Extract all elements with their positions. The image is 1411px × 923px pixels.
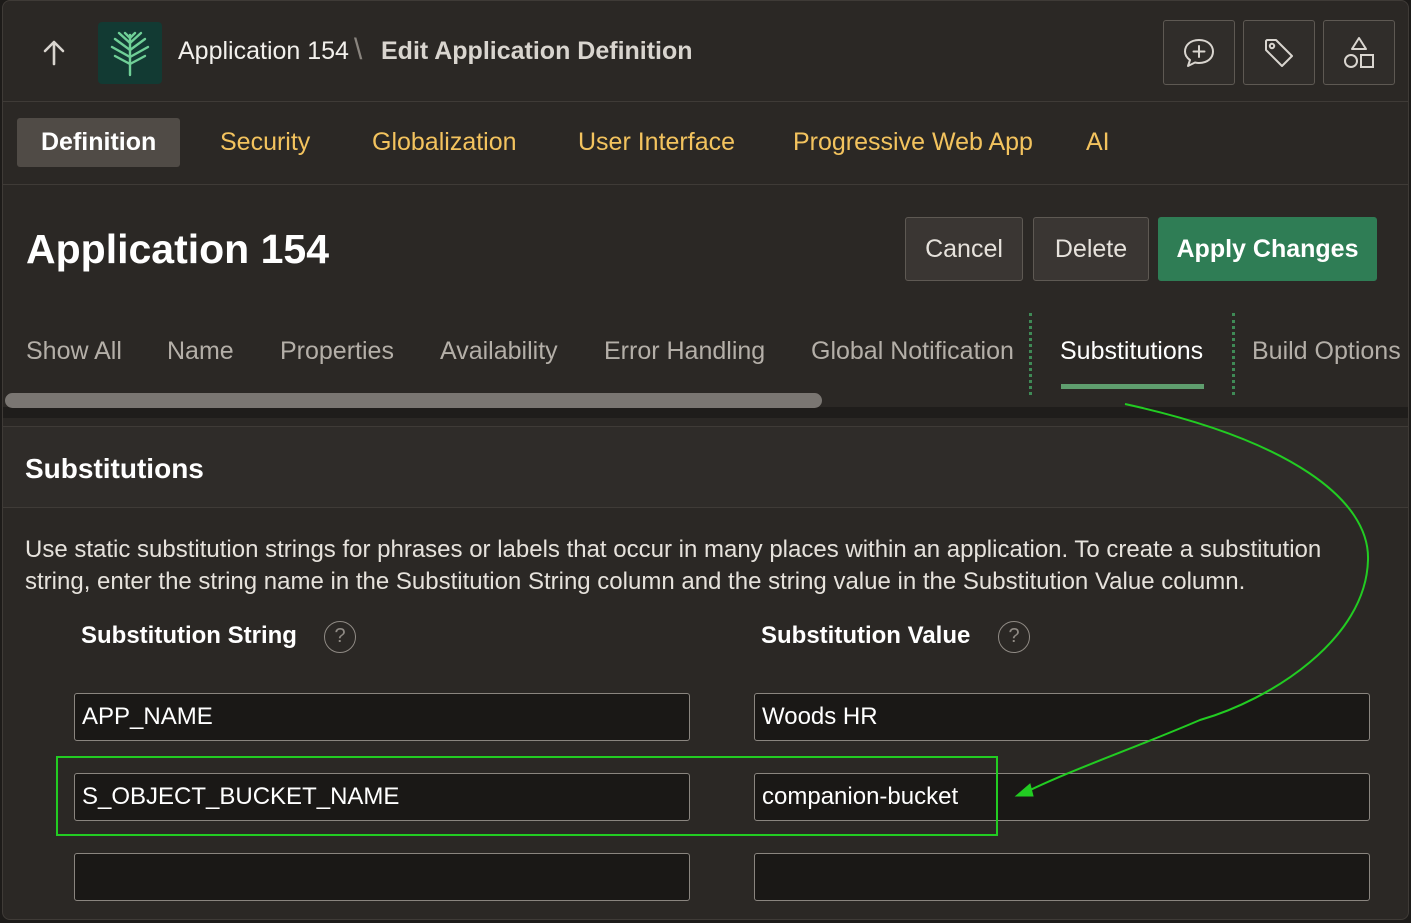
- annotation-arrowhead: [1014, 783, 1034, 797]
- annotation-overlay: [56, 403, 1370, 836]
- annotation-arrow: [1019, 403, 1370, 796]
- highlight-box: [56, 756, 998, 836]
